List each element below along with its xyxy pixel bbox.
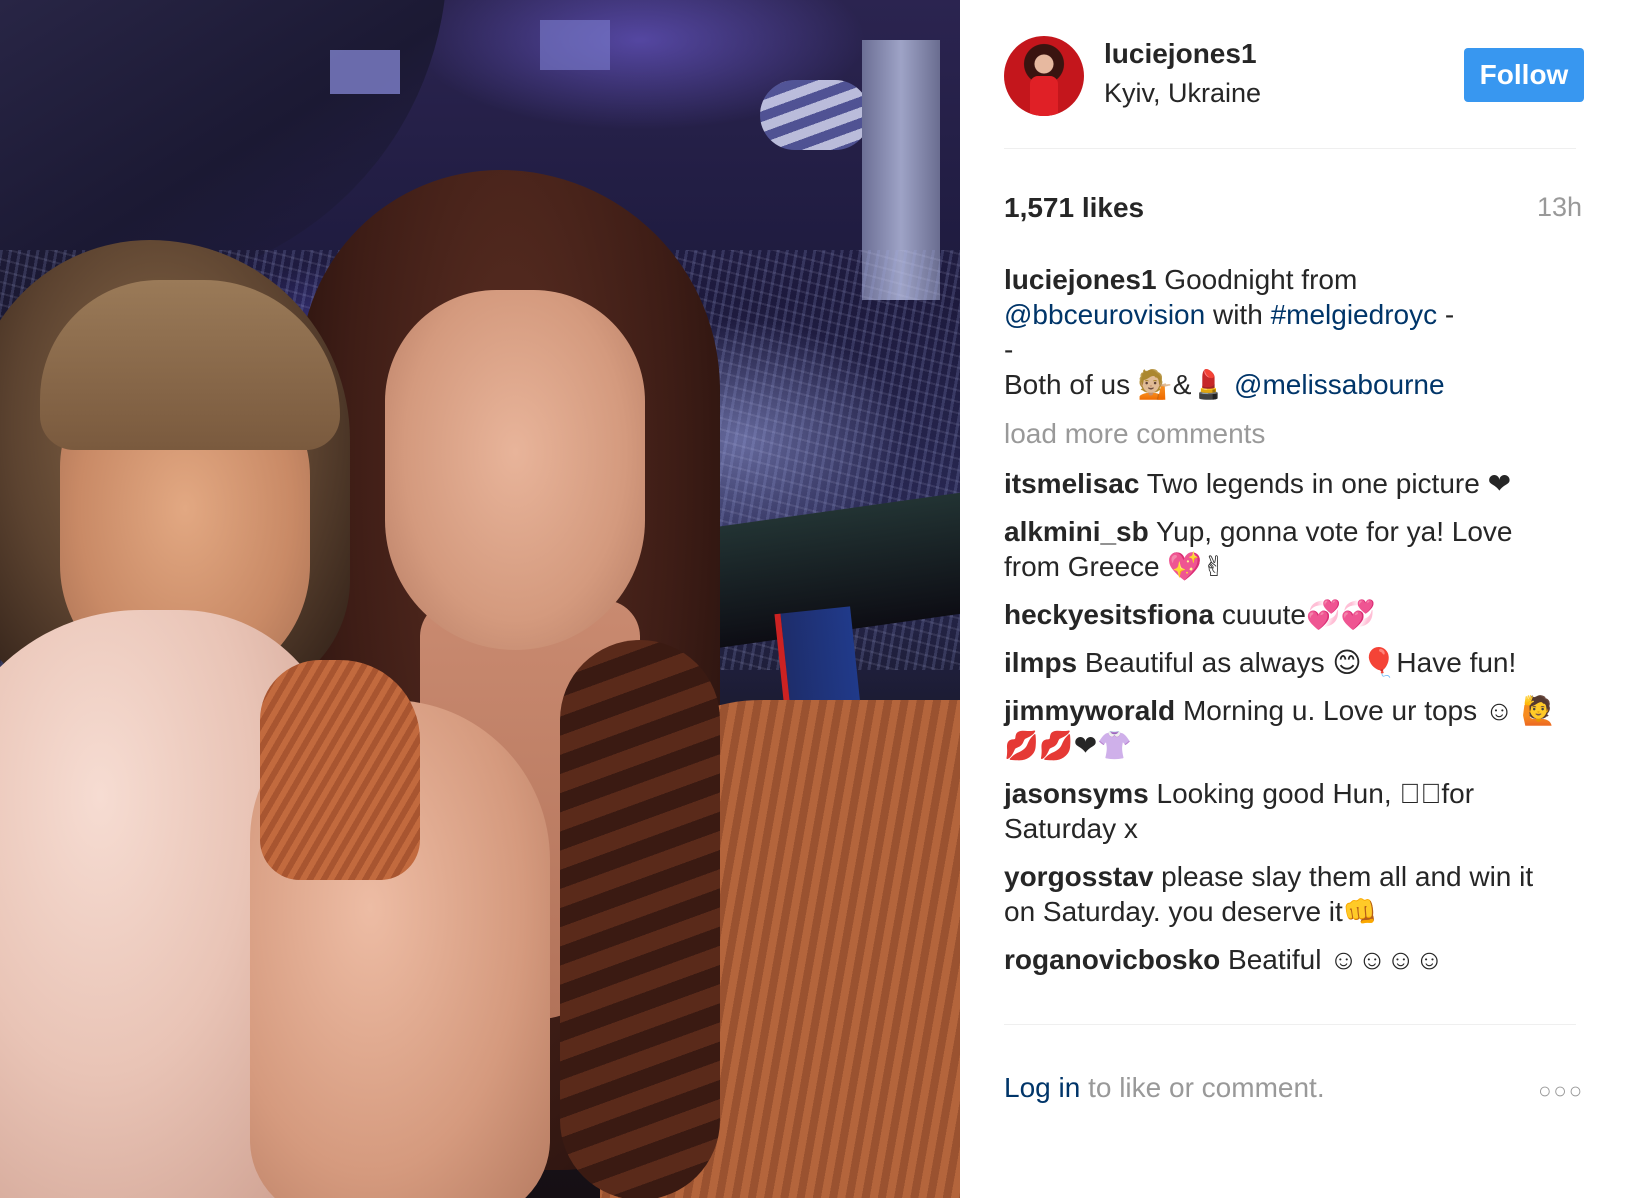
photo-person-right-sleeve <box>260 660 420 880</box>
comment-username[interactable]: jimmyworald <box>1004 695 1175 726</box>
comment-username[interactable]: jasonsyms <box>1004 778 1149 809</box>
post-timestamp[interactable]: 13h <box>1537 192 1582 223</box>
caption-text: Goodnight from <box>1156 264 1358 295</box>
post-caption: luciejones1 Goodnight from @bbceurovisio… <box>1004 262 1564 402</box>
comment-text: Beautiful as always 😊🎈Have fun! <box>1077 647 1517 678</box>
load-more-comments-link[interactable]: load more comments <box>1004 418 1265 450</box>
profile-avatar[interactable] <box>1004 36 1084 116</box>
comment-username[interactable]: ilmps <box>1004 647 1077 678</box>
caption-username[interactable]: luciejones1 <box>1004 264 1157 295</box>
post-photo <box>0 0 960 1198</box>
comment-text: Two legends in one picture ❤ <box>1139 468 1512 499</box>
comment-username[interactable]: yorgosstav <box>1004 861 1153 892</box>
comment-username[interactable]: roganovicbosko <box>1004 944 1220 975</box>
comments-list: itsmelisac Two legends in one picture ❤ … <box>1004 466 1564 990</box>
caption-mention[interactable]: @bbceurovision <box>1004 299 1205 330</box>
photo-screen <box>540 20 610 70</box>
photo-stage-lights <box>760 80 870 150</box>
photo-person-right-braid <box>560 640 720 1198</box>
post-header: luciejones1 Kyiv, Ukraine Follow <box>1004 36 1584 156</box>
comment-item: roganovicbosko Beatiful ☺☺☺☺ <box>1004 942 1564 977</box>
likes-count[interactable]: 1,571 likes <box>1004 192 1144 224</box>
login-link[interactable]: Log in <box>1004 1072 1080 1103</box>
comment-username[interactable]: heckyesitsfiona <box>1004 599 1214 630</box>
comment-username[interactable]: alkmini_sb <box>1004 516 1149 547</box>
comment-item: heckyesitsfiona cuuute💞💞 <box>1004 597 1564 632</box>
avatar-figure <box>1030 76 1058 116</box>
comment-text: cuuute💞💞 <box>1214 599 1376 630</box>
more-options-icon[interactable]: ○○○ <box>1538 1078 1584 1104</box>
comment-item: ilmps Beautiful as always 😊🎈Have fun! <box>1004 645 1564 680</box>
post-username[interactable]: luciejones1 <box>1104 38 1257 70</box>
photo-person-right-face <box>385 290 645 650</box>
comment-item: yorgosstav please slay them all and win … <box>1004 859 1564 929</box>
comment-item: jimmyworald Morning u. Love ur tops ☺ 🙋💋… <box>1004 693 1564 763</box>
caption-text: Both of us 💁🏼&💄 <box>1004 369 1235 400</box>
photo-screen <box>330 50 400 94</box>
login-prompt: Log in to like or comment. <box>1004 1072 1325 1104</box>
caption-hashtag[interactable]: #melgiedroyc <box>1271 299 1438 330</box>
comment-item: itsmelisac Two legends in one picture ❤ <box>1004 466 1564 501</box>
footer-divider <box>1004 1024 1576 1025</box>
caption-text: - <box>1004 334 1014 365</box>
follow-button[interactable]: Follow <box>1464 48 1584 102</box>
comment-item: jasonsyms Looking good Hun, ☐🏼for Saturd… <box>1004 776 1564 846</box>
caption-text: - <box>1437 299 1455 330</box>
post-location[interactable]: Kyiv, Ukraine <box>1104 78 1261 109</box>
post-side-panel: luciejones1 Kyiv, Ukraine Follow 1,571 l… <box>960 0 1632 1198</box>
comment-username[interactable]: itsmelisac <box>1004 468 1139 499</box>
header-divider <box>1004 148 1576 149</box>
comment-item: alkmini_sb Yup, gonna vote for ya! Love … <box>1004 514 1564 584</box>
caption-text: with <box>1205 299 1271 330</box>
comment-text: Beatiful ☺☺☺☺ <box>1220 944 1444 975</box>
caption-mention[interactable]: @melissabourne <box>1234 369 1445 400</box>
login-prompt-text: to like or comment. <box>1080 1072 1325 1103</box>
